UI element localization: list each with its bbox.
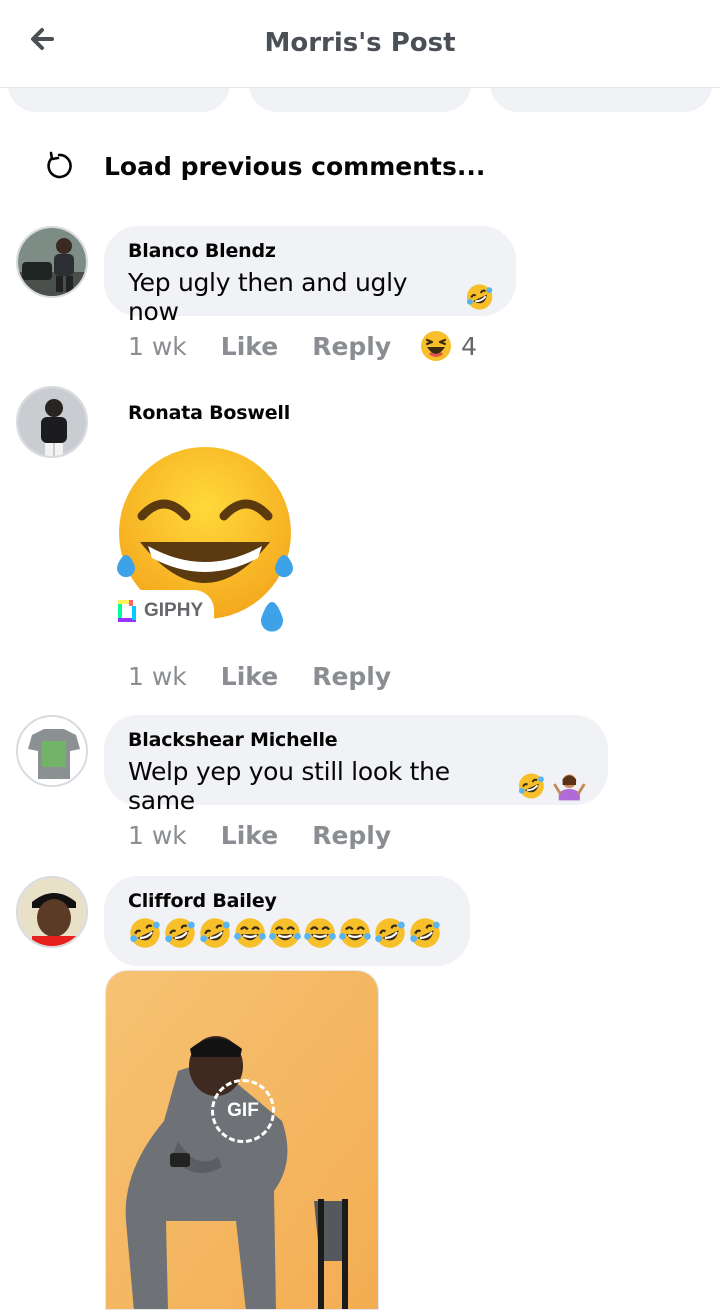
rofl-emoji-icon bbox=[518, 773, 544, 799]
like-button[interactable]: Like bbox=[221, 821, 278, 850]
avatar[interactable] bbox=[16, 715, 88, 787]
load-previous-comments[interactable]: Load previous comments... bbox=[44, 146, 485, 186]
comment-text: Welp yep you still look the same bbox=[128, 757, 450, 815]
rofl-emoji-icon bbox=[375, 918, 405, 948]
joy-emoji-icon bbox=[269, 918, 301, 948]
reply-button[interactable]: Reply bbox=[312, 662, 391, 691]
reply-button[interactable]: Reply bbox=[312, 821, 391, 850]
comment-text: Yep ugly then and ugly now bbox=[128, 268, 408, 326]
comment-text-row: Welp yep you still look the same bbox=[128, 757, 586, 815]
like-button[interactable]: Like bbox=[221, 332, 278, 361]
reaction-count: 4 bbox=[461, 331, 478, 361]
gif-badge[interactable]: GIF bbox=[211, 1079, 275, 1143]
haha-reaction-icon bbox=[421, 331, 452, 361]
rofl-emoji-icon bbox=[200, 918, 230, 948]
joy-emoji-icon bbox=[234, 918, 266, 948]
rofl-emoji-icon bbox=[410, 918, 440, 948]
refresh-icon bbox=[47, 151, 72, 179]
page-title: Morris's Post bbox=[264, 28, 456, 58]
comment-author[interactable]: Ronata Boswell bbox=[128, 402, 290, 424]
comment-bubble: Blackshear Michelle Welp yep you still l… bbox=[104, 715, 608, 815]
comment-bubble: Blanco Blendz Yep ugly then and ugly now bbox=[104, 226, 516, 326]
joy-emoji-icon bbox=[304, 918, 336, 948]
joy-emoji-icon bbox=[339, 918, 371, 948]
avatar[interactable] bbox=[16, 226, 88, 298]
avatar[interactable] bbox=[16, 386, 88, 458]
reply-button[interactable]: Reply bbox=[312, 332, 391, 361]
comment-author[interactable]: Blackshear Michelle bbox=[128, 729, 586, 751]
comment-author[interactable]: Blanco Blendz bbox=[128, 240, 494, 262]
comment-author[interactable]: Clifford Bailey bbox=[128, 890, 448, 912]
rofl-emoji-icon bbox=[130, 918, 160, 948]
comment-actions: 1 wk Like Reply bbox=[128, 658, 425, 694]
gif-badge-label: GIF bbox=[227, 1100, 259, 1121]
top-bar: Morris's Post bbox=[0, 0, 720, 88]
reaction-summary[interactable]: 4 bbox=[419, 329, 477, 363]
gif-attachment[interactable]: GIF bbox=[105, 970, 379, 1310]
comment-time: 1 wk bbox=[128, 820, 187, 850]
person-shrugging-emoji-icon bbox=[553, 774, 586, 801]
giphy-logo-icon bbox=[118, 600, 136, 622]
rofl-emoji-icon bbox=[165, 918, 195, 948]
comment-time: 1 wk bbox=[128, 331, 187, 361]
comment-time: 1 wk bbox=[128, 661, 187, 691]
comment-bubble: Clifford Bailey bbox=[104, 876, 470, 966]
load-previous-label: Load previous comments... bbox=[104, 151, 486, 181]
comment-actions: 1 wk Like Reply bbox=[128, 817, 425, 853]
giphy-attribution[interactable]: GIPHY bbox=[110, 590, 214, 632]
comment-text-row: Yep ugly then and ugly now bbox=[128, 268, 494, 326]
like-button[interactable]: Like bbox=[221, 662, 278, 691]
giphy-label: GIPHY bbox=[144, 600, 204, 621]
emoji-row bbox=[128, 916, 448, 950]
rofl-emoji-icon bbox=[466, 284, 493, 310]
comment-actions: 1 wk Like Reply 4 bbox=[128, 328, 477, 364]
avatar[interactable] bbox=[16, 876, 88, 948]
